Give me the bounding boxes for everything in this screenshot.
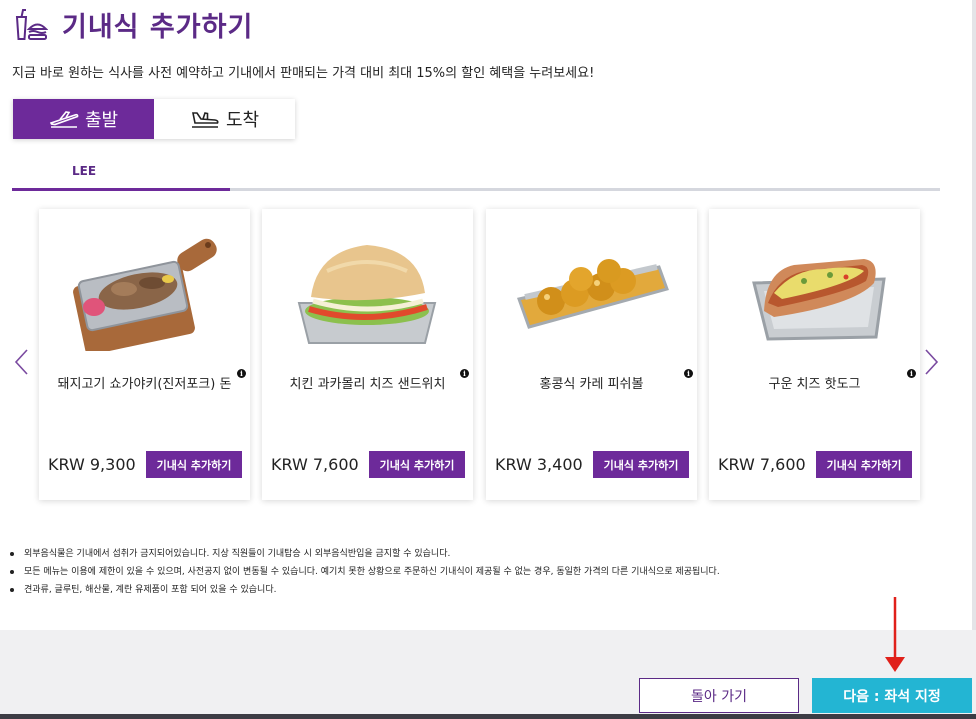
meal-name: 구운 치즈 핫도그 [768, 377, 861, 392]
segment-toggle: 출발 도착 [13, 99, 295, 139]
red-down-arrow-icon [885, 597, 905, 672]
add-meal-button[interactable]: 기내식 추가하기 [146, 451, 242, 478]
note-item: 견과류, 글루틴, 해산물, 계란 유제품이 포함 되어 있을 수 있습니다. [10, 581, 720, 599]
arrival-plane-icon [191, 112, 219, 128]
meal-card: 치킨 과카몰리 치즈 샌드위치 i KRW 7,600 기내식 추가하기 [262, 209, 473, 500]
info-icon[interactable]: i [907, 369, 916, 378]
bottom-bar [0, 714, 976, 719]
arrival-label: 도착 [225, 110, 260, 131]
meal-price: KRW 7,600 [718, 455, 806, 474]
chicken-sandwich-image [297, 245, 437, 344]
passenger-tabs: LEE [12, 160, 940, 192]
add-meal-button[interactable]: 기내식 추가하기 [593, 451, 689, 478]
meal-cup-burger-icon [15, 8, 48, 40]
tab-underline-active [12, 188, 230, 191]
meal-card: 구운 치즈 핫도그 i KRW 7,600 기내식 추가하기 [709, 209, 920, 500]
add-meal-button[interactable]: 기내식 추가하기 [369, 451, 465, 478]
pork-rice-tray-image [73, 238, 217, 351]
meal-name: 돼지고기 쇼가야키(진저포크) 돈 [57, 377, 232, 392]
meal-price: KRW 9,300 [48, 455, 136, 474]
departure-label: 출발 [84, 110, 119, 131]
notes-list: 외부음식물은 기내에서 섭취가 금지되어있습니다. 지상 직원들이 기내탑승 시… [10, 545, 720, 599]
info-icon[interactable]: i [237, 369, 246, 378]
carousel-prev-arrow-icon[interactable] [13, 348, 29, 376]
back-button[interactable]: 돌아 가기 [639, 678, 799, 713]
passenger-tab-lee[interactable]: LEE [72, 164, 96, 178]
note-item: 모든 메뉴는 이용에 제한이 있을 수 있으며, 사전공지 없이 변동될 수 있… [10, 563, 720, 581]
meal-card: 돼지고기 쇼가야키(진저포크) 돈 i KRW 9,300 기내식 추가하기 [39, 209, 250, 500]
carousel-next-arrow-icon[interactable] [924, 348, 940, 376]
next-seat-selection-button[interactable]: 다음 : 좌석 지정 [812, 678, 972, 713]
page-subtitle: 지금 바로 원하는 식사를 사전 예약하고 기내에서 판매되는 가격 대비 최대… [12, 66, 595, 81]
meal-name: 홍콩식 카레 피쉬볼 [539, 377, 644, 392]
page-title: 기내식 추가하기 [62, 12, 254, 43]
meal-card: 홍콩식 카레 피쉬볼 i KRW 3,400 기내식 추가하기 [486, 209, 697, 500]
arrival-tab[interactable]: 도착 [154, 99, 295, 139]
meal-price: KRW 3,400 [495, 455, 583, 474]
departure-plane-icon [49, 111, 79, 128]
meal-name: 치킨 과카몰리 치즈 샌드위치 [289, 377, 446, 392]
note-item: 외부음식물은 기내에서 섭취가 금지되어있습니다. 지상 직원들이 기내탑승 시… [10, 545, 720, 563]
curry-fishball-image [517, 259, 669, 329]
meal-price: KRW 7,600 [271, 455, 359, 474]
info-icon[interactable]: i [460, 369, 469, 378]
cheese-hotdog-image [752, 259, 886, 341]
info-icon[interactable]: i [684, 369, 693, 378]
panel-edge [972, 0, 976, 630]
departure-tab[interactable]: 출발 [13, 99, 154, 139]
page-header: 기내식 추가하기 [14, 5, 253, 44]
add-meal-button[interactable]: 기내식 추가하기 [816, 451, 912, 478]
